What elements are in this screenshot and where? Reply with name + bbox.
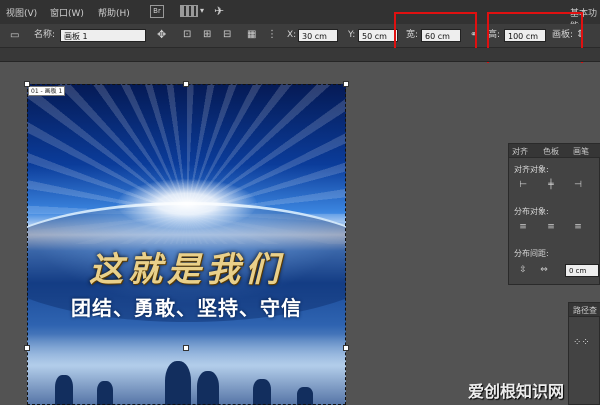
artboard-name-tag[interactable]: 01 - 画板 1 (28, 86, 66, 96)
reference-point-icon[interactable]: ▦ (247, 29, 256, 41)
distribute-spacing-label: 分布间距: (514, 249, 549, 258)
y-input[interactable]: 50 cm (358, 29, 398, 42)
tab-swatches[interactable]: 色板 (543, 146, 559, 157)
move-artwork-icon[interactable]: ✥ (157, 29, 166, 41)
distribute-vertical-center-icon[interactable]: ≡ (544, 221, 558, 233)
bridge-button[interactable]: Br (150, 5, 164, 18)
pathfinder-shape-modes-icon[interactable]: ⁘⁘ (573, 337, 590, 348)
align-left-icon[interactable]: ⊢ (516, 179, 530, 191)
menu-view[interactable]: 视图(V) (6, 6, 37, 19)
menu-help[interactable]: 帮助(H) (98, 6, 130, 19)
pathfinder-panel-title[interactable]: 路径查 (573, 305, 597, 316)
align-right-icon[interactable]: ⊣ (571, 179, 585, 191)
artboard-name-input[interactable]: 画板 1 (60, 29, 146, 42)
name-label: 名称: (34, 30, 56, 40)
distribute-bottom-icon[interactable]: ≡ (571, 221, 585, 233)
menu-window[interactable]: 窗口(W) (50, 6, 84, 19)
pathfinder-panel: 路径查 ⁘⁘ (568, 302, 600, 405)
align-panel-tabs: 对齐 色板 画笔 (509, 144, 600, 158)
tab-brushes[interactable]: 画笔 (573, 146, 589, 157)
spacing-input[interactable]: 0 cm (565, 264, 599, 277)
distribute-objects-label: 分布对象: (514, 207, 549, 216)
align-panel: 对齐 色板 画笔 对齐对象: ⊢ ╪ ⊣ 分布对象: ≡ ≡ ≡ 分布间距: ⇳… (508, 143, 600, 285)
x-label: X: (287, 30, 297, 40)
site-watermark: 爱创根知识网 (468, 382, 565, 401)
center-mark-icon[interactable]: ⊡ (183, 29, 191, 41)
chevron-down-icon[interactable]: ▾ (200, 6, 204, 15)
tab-align[interactable]: 对齐 (512, 146, 528, 157)
artboard-options-icon[interactable]: ▭ (10, 30, 19, 42)
resize-handle-top-left[interactable] (24, 81, 30, 87)
document-tab-strip (0, 48, 600, 62)
resize-handle-center[interactable] (183, 345, 189, 351)
align-horizontal-center-icon[interactable]: ╪ (544, 179, 558, 191)
distribute-horizontal-space-icon[interactable]: ⇔ (537, 264, 551, 276)
resize-handle-right[interactable] (343, 345, 349, 351)
cross-hairs-icon[interactable]: ⊞ (203, 29, 211, 41)
resize-handle-top-right[interactable] (343, 81, 349, 87)
artboard-selection-border (27, 84, 346, 405)
constrain-icon[interactable]: ⋮ (267, 29, 277, 41)
distribute-vertical-space-icon[interactable]: ⇳ (516, 264, 530, 276)
gpu-performance-icon[interactable]: ✈ (214, 4, 224, 18)
y-label: Y: (348, 30, 356, 40)
x-input[interactable]: 30 cm (298, 29, 338, 42)
resize-handle-left[interactable] (24, 345, 30, 351)
resize-handle-top[interactable] (183, 81, 189, 87)
align-objects-label: 对齐对象: (514, 165, 549, 174)
distribute-top-icon[interactable]: ≡ (516, 221, 530, 233)
video-safe-area-icon[interactable]: ⊟ (223, 29, 231, 41)
arrange-documents-icon[interactable] (180, 5, 198, 17)
